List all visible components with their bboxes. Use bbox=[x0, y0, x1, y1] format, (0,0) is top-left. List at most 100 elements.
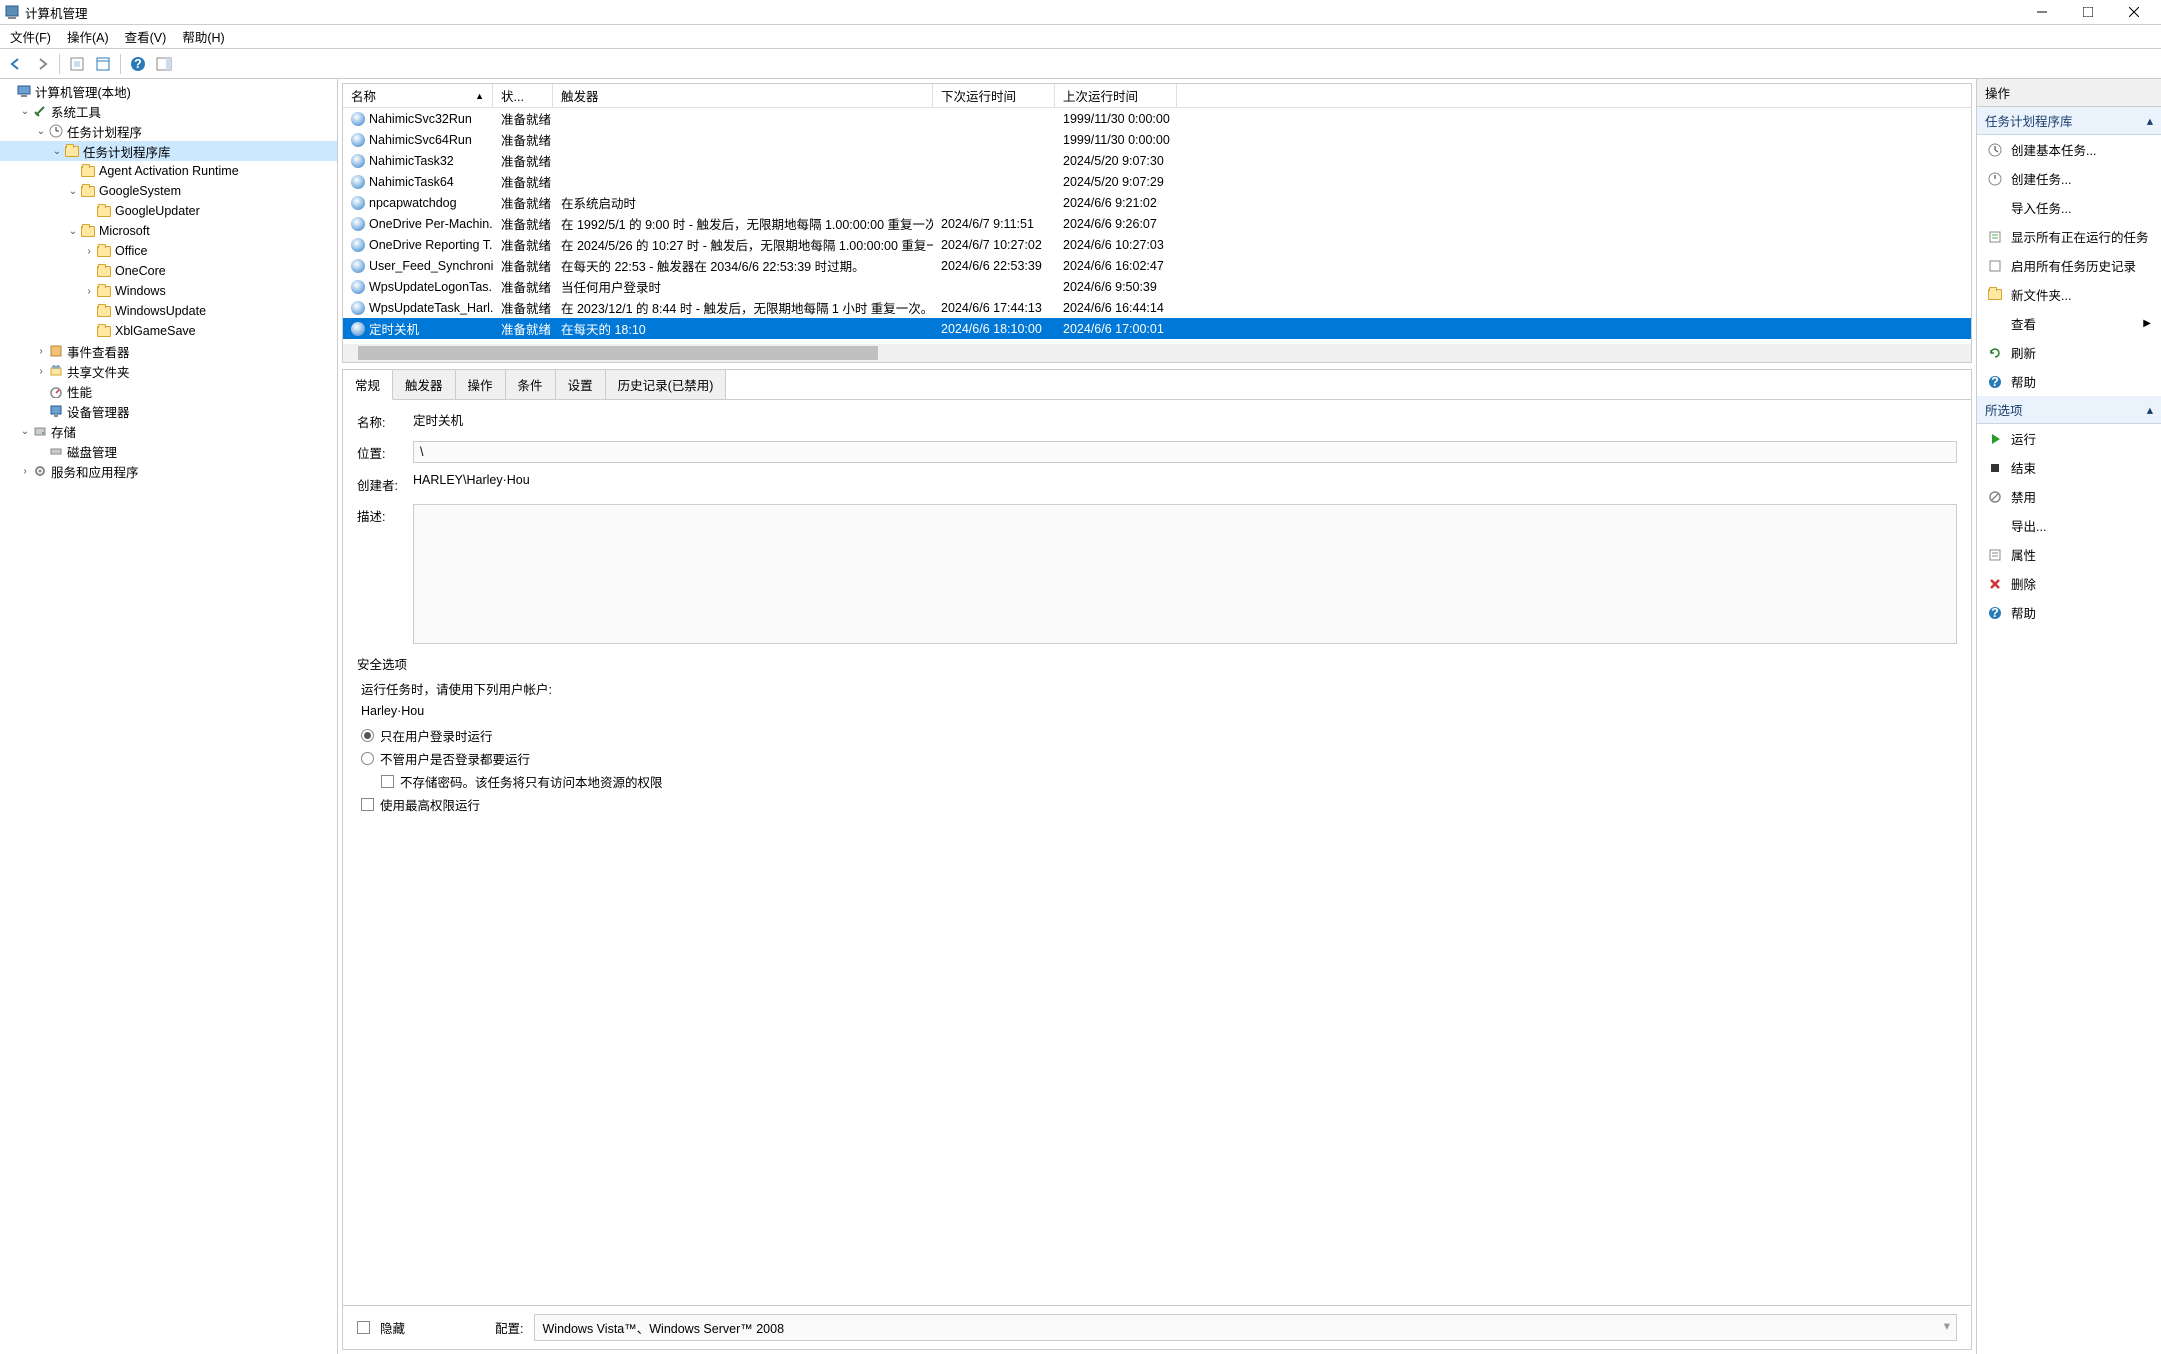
tree-device-manager[interactable]: 设备管理器 bbox=[0, 401, 337, 421]
task-row[interactable]: OneDrive Reporting T...准备就绪在 2024/5/26 的… bbox=[343, 234, 1971, 255]
action-refresh[interactable]: 刷新 bbox=[1977, 338, 2161, 367]
expand-icon[interactable]: › bbox=[34, 346, 48, 357]
tab-actions[interactable]: 操作 bbox=[456, 370, 506, 399]
collapse-icon[interactable]: ⌄ bbox=[66, 186, 80, 197]
task-row[interactable]: OneDrive Per-Machin...准备就绪在 1992/5/1 的 9… bbox=[343, 213, 1971, 234]
tab-conditions[interactable]: 条件 bbox=[506, 370, 556, 399]
tree-windows[interactable]: ›Windows bbox=[0, 281, 337, 301]
tree-onecore[interactable]: OneCore bbox=[0, 261, 337, 281]
task-row[interactable]: NahimicSvc64Run准备就绪1999/11/30 0:00:00 bbox=[343, 129, 1971, 150]
task-row[interactable]: WpsUpdateLogonTas...准备就绪当任何用户登录时2024/6/6… bbox=[343, 276, 1971, 297]
action-delete[interactable]: 删除 bbox=[1977, 569, 2161, 598]
tree-task-library[interactable]: ⌄ 任务计划程序库 bbox=[0, 141, 337, 161]
tree-shared-folders[interactable]: ›共享文件夹 bbox=[0, 361, 337, 381]
action-create-basic[interactable]: 创建基本任务... bbox=[1977, 135, 2161, 164]
collapse-icon[interactable]: ⌄ bbox=[66, 226, 80, 237]
tree-microsoft[interactable]: ⌄Microsoft bbox=[0, 221, 337, 241]
tree-google-system[interactable]: ⌄ GoogleSystem bbox=[0, 181, 337, 201]
task-row[interactable]: NahimicTask64准备就绪2024/5/20 9:07:29 bbox=[343, 171, 1971, 192]
menu-action[interactable]: 操作(A) bbox=[59, 24, 117, 49]
task-row[interactable]: NahimicTask32准备就绪2024/5/20 9:07:30 bbox=[343, 150, 1971, 171]
checkbox-highest[interactable] bbox=[361, 798, 374, 811]
scrollbar-thumb[interactable] bbox=[358, 346, 878, 360]
radio-only-logged[interactable] bbox=[361, 729, 374, 742]
task-row[interactable]: WpsUpdateTask_Harl...准备就绪在 2023/12/1 的 8… bbox=[343, 297, 1971, 318]
action-end[interactable]: 结束 bbox=[1977, 453, 2161, 482]
expand-icon[interactable]: › bbox=[82, 246, 96, 257]
action-create[interactable]: 创建任务... bbox=[1977, 164, 2161, 193]
action-help-2[interactable]: ?帮助 bbox=[1977, 598, 2161, 627]
label-author: 创建者: bbox=[357, 473, 413, 494]
task-row[interactable]: User_Feed_Synchroni...准备就绪在每天的 22:53 - 触… bbox=[343, 255, 1971, 276]
tree-event-viewer[interactable]: ›事件查看器 bbox=[0, 341, 337, 361]
actions-section-selected[interactable]: 所选项▴ bbox=[1977, 396, 2161, 424]
tree-task-scheduler[interactable]: ⌄ 任务计划程序 bbox=[0, 121, 337, 141]
action-help[interactable]: ?帮助 bbox=[1977, 367, 2161, 396]
tree-pane[interactable]: 计算机管理(本地) ⌄ 系统工具 bbox=[0, 79, 338, 1354]
collapse-icon[interactable]: ▴ bbox=[2147, 402, 2153, 417]
help-button[interactable]: ? bbox=[126, 52, 150, 76]
col-next-run[interactable]: 下次运行时间 bbox=[933, 84, 1055, 107]
action-run[interactable]: 运行 bbox=[1977, 424, 2161, 453]
task-row[interactable]: NahimicSvc32Run准备就绪1999/11/30 0:00:00 bbox=[343, 108, 1971, 129]
close-button[interactable] bbox=[2111, 0, 2157, 25]
action-enable-history[interactable]: 启用所有任务历史记录 bbox=[1977, 251, 2161, 280]
collapse-icon[interactable]: ⌄ bbox=[18, 106, 32, 117]
up-button[interactable] bbox=[65, 52, 89, 76]
back-button[interactable] bbox=[4, 52, 28, 76]
action-export[interactable]: 导出... bbox=[1977, 511, 2161, 540]
expand-icon[interactable]: › bbox=[34, 366, 48, 377]
col-trigger[interactable]: 触发器 bbox=[553, 84, 933, 107]
tree-storage[interactable]: ⌄存储 bbox=[0, 421, 337, 441]
properties-button[interactable] bbox=[91, 52, 115, 76]
tree-agent-activation[interactable]: Agent Activation Runtime bbox=[0, 161, 337, 181]
col-status[interactable]: 状... bbox=[493, 84, 553, 107]
menu-view[interactable]: 查看(V) bbox=[117, 24, 175, 49]
configure-select[interactable]: Windows Vista™、Windows Server™ 2008 bbox=[534, 1314, 1958, 1341]
col-last-run[interactable]: 上次运行时间 bbox=[1055, 84, 1177, 107]
tree-google-updater[interactable]: GoogleUpdater bbox=[0, 201, 337, 221]
action-new-folder[interactable]: 新文件夹... bbox=[1977, 280, 2161, 309]
tree-disk-mgmt[interactable]: 磁盘管理 bbox=[0, 441, 337, 461]
tree-system-tools[interactable]: ⌄ 系统工具 bbox=[0, 101, 337, 121]
minimize-button[interactable] bbox=[2019, 0, 2065, 25]
menu-help[interactable]: 帮助(H) bbox=[174, 24, 232, 49]
tab-triggers[interactable]: 触发器 bbox=[393, 370, 456, 399]
action-import[interactable]: 导入任务... bbox=[1977, 193, 2161, 222]
action-disable[interactable]: 禁用 bbox=[1977, 482, 2161, 511]
task-name: NahimicTask32 bbox=[369, 154, 454, 168]
col-name[interactable]: 名称▲ bbox=[343, 84, 493, 107]
horizontal-scrollbar[interactable] bbox=[343, 344, 1971, 362]
radio-any-logged[interactable] bbox=[361, 752, 374, 765]
task-row[interactable]: npcapwatchdog准备就绪在系统启动时2024/6/6 9:21:02 bbox=[343, 192, 1971, 213]
tab-settings[interactable]: 设置 bbox=[556, 370, 606, 399]
tree-performance[interactable]: 性能 bbox=[0, 381, 337, 401]
tree-office[interactable]: ›Office bbox=[0, 241, 337, 261]
checkbox-no-password[interactable] bbox=[381, 775, 394, 788]
tree-root[interactable]: 计算机管理(本地) bbox=[0, 81, 337, 101]
collapse-icon[interactable]: ⌄ bbox=[18, 426, 32, 437]
action-properties[interactable]: 属性 bbox=[1977, 540, 2161, 569]
menu-file[interactable]: 文件(F) bbox=[2, 24, 59, 49]
checkbox-hidden[interactable] bbox=[357, 1321, 370, 1334]
tab-general[interactable]: 常规 bbox=[343, 370, 393, 400]
task-row[interactable]: 定时关机准备就绪在每天的 18:102024/6/6 18:10:002024/… bbox=[343, 318, 1971, 339]
collapse-icon[interactable]: ⌄ bbox=[50, 146, 64, 157]
actions-section-library[interactable]: 任务计划程序库▴ bbox=[1977, 107, 2161, 135]
expand-icon[interactable]: › bbox=[18, 466, 32, 477]
collapse-icon[interactable]: ⌄ bbox=[34, 126, 48, 137]
tab-history[interactable]: 历史记录(已禁用) bbox=[606, 370, 727, 399]
action-view[interactable]: 查看▶ bbox=[1977, 309, 2161, 338]
tree-label: GoogleSystem bbox=[99, 184, 181, 198]
action-show-running[interactable]: 显示所有正在运行的任务 bbox=[1977, 222, 2161, 251]
expand-icon[interactable]: › bbox=[82, 286, 96, 297]
collapse-icon[interactable]: ▴ bbox=[2147, 113, 2153, 128]
tree-services-apps[interactable]: ›服务和应用程序 bbox=[0, 461, 337, 481]
tree-windows-update[interactable]: WindowsUpdate bbox=[0, 301, 337, 321]
tree-xbl-game-save[interactable]: XblGameSave bbox=[0, 321, 337, 341]
show-pane-button[interactable] bbox=[152, 52, 176, 76]
maximize-button[interactable] bbox=[2065, 0, 2111, 25]
task-next-run: 2024/6/6 22:53:39 bbox=[933, 259, 1055, 273]
list-body[interactable]: NahimicSvc32Run准备就绪1999/11/30 0:00:00Nah… bbox=[343, 108, 1971, 344]
forward-button[interactable] bbox=[30, 52, 54, 76]
